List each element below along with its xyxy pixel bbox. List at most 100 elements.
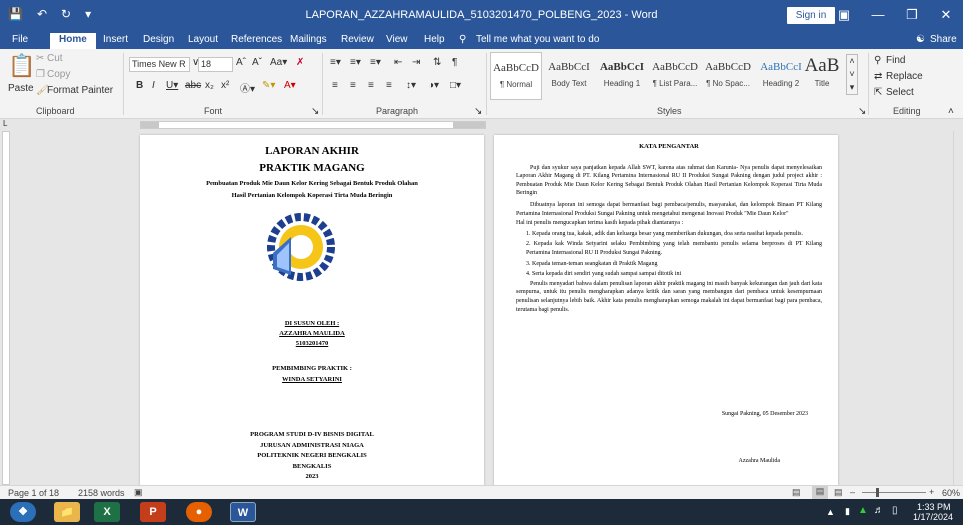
- shading-icon[interactable]: ◑▾: [428, 80, 439, 91]
- font-name-select[interactable]: Times New R: [129, 57, 190, 72]
- maximize-button[interactable]: ❐: [895, 0, 929, 31]
- align-center-icon[interactable]: ≡: [350, 80, 356, 91]
- highlight-color-icon[interactable]: ✎▾: [262, 80, 275, 91]
- multilevel-list-icon[interactable]: ≡▾: [370, 57, 381, 68]
- grow-font-icon[interactable]: Aˆ: [236, 57, 246, 68]
- tab-selector-icon[interactable]: L: [3, 119, 7, 128]
- page-count[interactable]: Page 1 of 18: [8, 488, 59, 498]
- select-icon[interactable]: ⇱: [874, 87, 882, 98]
- bold-icon[interactable]: B: [136, 80, 143, 91]
- tab-review[interactable]: Review: [341, 34, 374, 45]
- style-list-paragraph[interactable]: AaBbCcD ¶ List Para...: [649, 52, 701, 100]
- zoom-out-icon[interactable]: –: [850, 487, 855, 497]
- find-icon[interactable]: ⚲: [874, 55, 881, 66]
- style-normal[interactable]: AaBbCcD ¶ Normal: [490, 52, 542, 100]
- share-icon[interactable]: ☯: [916, 34, 925, 45]
- tab-file[interactable]: File: [12, 34, 28, 45]
- font-size-select[interactable]: 18: [198, 57, 233, 72]
- bullets-icon[interactable]: ≡▾: [330, 57, 341, 68]
- text-effects-icon[interactable]: Ⓐ▾: [240, 80, 255, 95]
- borders-icon[interactable]: □▾: [450, 80, 461, 91]
- clock-date[interactable]: 1/17/2024: [913, 512, 953, 522]
- copy-icon[interactable]: ❐: [36, 69, 45, 80]
- tab-home[interactable]: Home: [50, 33, 96, 49]
- font-dialog-launcher-icon[interactable]: ↘: [311, 106, 319, 117]
- minimize-button[interactable]: —: [861, 0, 895, 31]
- replace-button[interactable]: Replace: [886, 71, 923, 82]
- customize-qat-icon[interactable]: ▾: [85, 7, 91, 21]
- cut-icon[interactable]: ✂: [36, 53, 44, 64]
- increase-indent-icon[interactable]: ⇥: [412, 57, 420, 68]
- paste-button[interactable]: Paste: [8, 83, 34, 94]
- vertical-scrollbar[interactable]: [953, 131, 963, 485]
- numbering-icon[interactable]: ≡▾: [350, 57, 361, 68]
- sort-icon[interactable]: ⇅: [433, 57, 441, 68]
- style-title[interactable]: AaB Title: [800, 52, 844, 100]
- style-heading-1[interactable]: AaBbCcI Heading 1: [596, 52, 648, 100]
- select-button[interactable]: Select: [886, 87, 914, 98]
- align-left-icon[interactable]: ≡: [332, 80, 338, 91]
- ribbon-display-options-icon[interactable]: ▣: [827, 0, 861, 31]
- align-right-icon[interactable]: ≡: [368, 80, 374, 91]
- strikethrough-icon[interactable]: abc: [185, 80, 201, 91]
- close-button[interactable]: ✕: [929, 0, 963, 31]
- tab-help[interactable]: Help: [424, 34, 445, 45]
- tab-view[interactable]: View: [386, 34, 408, 45]
- word-icon[interactable]: W: [230, 502, 256, 522]
- tab-design[interactable]: Design: [143, 34, 174, 45]
- zoom-in-icon[interactable]: +: [929, 487, 934, 497]
- cut-button[interactable]: Cut: [47, 53, 63, 64]
- styles-scroll-icon[interactable]: ˄ ˅ ▾: [846, 54, 858, 95]
- read-mode-icon[interactable]: ▤: [792, 487, 801, 498]
- format-painter-button[interactable]: Format Painter: [47, 85, 113, 96]
- vertical-ruler[interactable]: [0, 131, 12, 485]
- proofing-icon[interactable]: ▣: [134, 487, 143, 498]
- style-no-spacing[interactable]: AaBbCcD ¶ No Spac...: [702, 52, 754, 100]
- find-button[interactable]: Find: [886, 55, 905, 66]
- word-count[interactable]: 2158 words: [78, 488, 125, 498]
- paste-icon[interactable]: 📋: [8, 53, 35, 79]
- undo-icon[interactable]: ↶: [37, 7, 47, 21]
- volume-icon[interactable]: ♬: [874, 505, 884, 516]
- show-formatting-icon[interactable]: ¶: [452, 57, 457, 68]
- style-body-text[interactable]: AaBbCcI Body Text: [543, 52, 595, 100]
- italic-icon[interactable]: I: [152, 80, 155, 91]
- zoom-level[interactable]: 60%: [942, 488, 960, 498]
- clock-time[interactable]: 1:33 PM: [917, 502, 951, 512]
- zoom-slider-thumb[interactable]: [876, 488, 879, 497]
- powerpoint-icon[interactable]: P: [140, 502, 166, 522]
- start-button[interactable]: ❖: [10, 502, 36, 522]
- zoom-slider[interactable]: [862, 492, 926, 493]
- share-button[interactable]: Share: [930, 34, 957, 45]
- font-color-icon[interactable]: A▾: [284, 80, 296, 91]
- cover-page[interactable]: LAPORAN AKHIR PRAKTIK MAGANG Pembuatan P…: [140, 135, 484, 485]
- subscript-icon[interactable]: x₂: [205, 80, 214, 91]
- change-case-icon[interactable]: Aa▾: [270, 57, 287, 68]
- tab-insert[interactable]: Insert: [103, 34, 128, 45]
- tab-references[interactable]: References: [231, 34, 282, 45]
- collapse-ribbon-icon[interactable]: ˄: [948, 106, 954, 117]
- redo-icon[interactable]: ↻: [61, 7, 71, 21]
- tell-me-input[interactable]: Tell me what you want to do: [476, 34, 599, 45]
- copy-button[interactable]: Copy: [47, 69, 70, 80]
- underline-icon[interactable]: U▾: [166, 80, 178, 91]
- decrease-indent-icon[interactable]: ⇤: [394, 57, 402, 68]
- document-canvas[interactable]: LAPORAN AKHIR PRAKTIK MAGANG Pembuatan P…: [12, 131, 963, 485]
- battery-icon[interactable]: ▮: [845, 506, 850, 517]
- file-explorer-icon[interactable]: 📁: [54, 502, 80, 522]
- clear-formatting-icon[interactable]: ✗: [296, 57, 304, 68]
- styles-dialog-launcher-icon[interactable]: ↘: [858, 106, 866, 117]
- web-layout-icon[interactable]: ▤: [834, 487, 843, 498]
- preface-page[interactable]: KATA PENGANTAR Puji dan syukur saya panj…: [494, 135, 838, 485]
- justify-icon[interactable]: ≡: [386, 80, 392, 91]
- nvidia-icon[interactable]: ▲: [858, 505, 868, 516]
- superscript-icon[interactable]: x²: [221, 80, 229, 91]
- tray-overflow-icon[interactable]: ▲: [826, 507, 835, 517]
- network-icon[interactable]: ▯: [892, 505, 898, 516]
- replace-icon[interactable]: ⇄: [874, 71, 882, 82]
- line-spacing-icon[interactable]: ↕▾: [406, 80, 416, 91]
- print-layout-icon[interactable]: ▤: [812, 486, 828, 499]
- tab-mailings[interactable]: Mailings: [290, 34, 327, 45]
- excel-icon[interactable]: X: [94, 502, 120, 522]
- save-icon[interactable]: 💾: [8, 7, 23, 21]
